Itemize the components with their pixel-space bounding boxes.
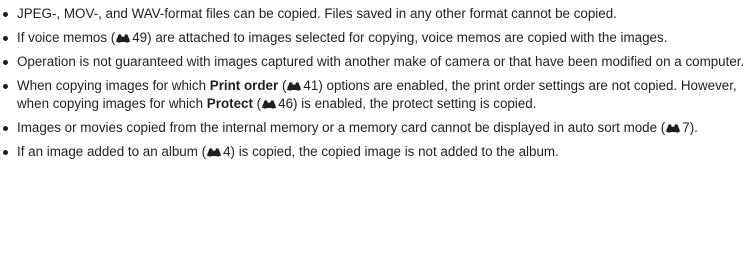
binoculars-icon xyxy=(286,81,302,91)
list-item-text: ( xyxy=(278,78,287,93)
binoculars-icon xyxy=(261,99,277,109)
page-ref[interactable]: 49 xyxy=(132,30,147,45)
list-item-text: If an image added to an album ( xyxy=(17,144,207,159)
list-item-text: JPEG-, MOV-, and WAV-format files can be… xyxy=(17,6,617,21)
list-item-text: ( xyxy=(252,96,262,111)
list-item-text: ) are attached to images selected for co… xyxy=(147,30,668,45)
list-item: Images or movies copied from the interna… xyxy=(0,119,748,137)
menu-term-protect: Protect xyxy=(206,96,253,111)
binoculars-icon xyxy=(665,123,681,133)
bullet-icon xyxy=(3,35,8,41)
bullet-icon xyxy=(3,11,8,17)
list-item-text: ). xyxy=(689,120,698,135)
list-item: Operation is not guaranteed with images … xyxy=(0,53,748,71)
notes-list: JPEG-, MOV-, and WAV-format files can be… xyxy=(0,5,748,161)
binoculars-icon xyxy=(206,147,222,157)
list-item: If voice memos ( 49) are attached to imag… xyxy=(0,29,748,47)
list-item: If an image added to an album ( 4) is cop… xyxy=(0,143,748,161)
list-item-text: ) is enabled, the protect setting is cop… xyxy=(293,96,537,111)
bullet-icon xyxy=(3,125,8,131)
bullet-icon xyxy=(3,83,8,89)
list-item-text: Images or movies copied from the interna… xyxy=(17,120,666,135)
page-ref[interactable]: 41 xyxy=(303,78,318,93)
list-item: JPEG-, MOV-, and WAV-format files can be… xyxy=(0,5,748,23)
page-ref[interactable]: 46 xyxy=(278,96,293,111)
list-item-text: ) is copied, the copied image is not add… xyxy=(230,144,559,159)
bullet-icon xyxy=(3,149,8,155)
page-ref[interactable]: 4 xyxy=(223,144,230,159)
menu-term-print-order: Print order xyxy=(209,78,279,93)
list-item-text: If voice memos ( xyxy=(17,30,116,45)
bullet-icon xyxy=(3,59,8,65)
binoculars-icon xyxy=(115,33,131,43)
list-item-text: Operation is not guaranteed with images … xyxy=(17,54,745,69)
page-ref[interactable]: 7 xyxy=(682,120,689,135)
list-item-text: When copying images for which xyxy=(17,78,210,93)
list-item: When copying images for which Print orde… xyxy=(0,77,748,113)
